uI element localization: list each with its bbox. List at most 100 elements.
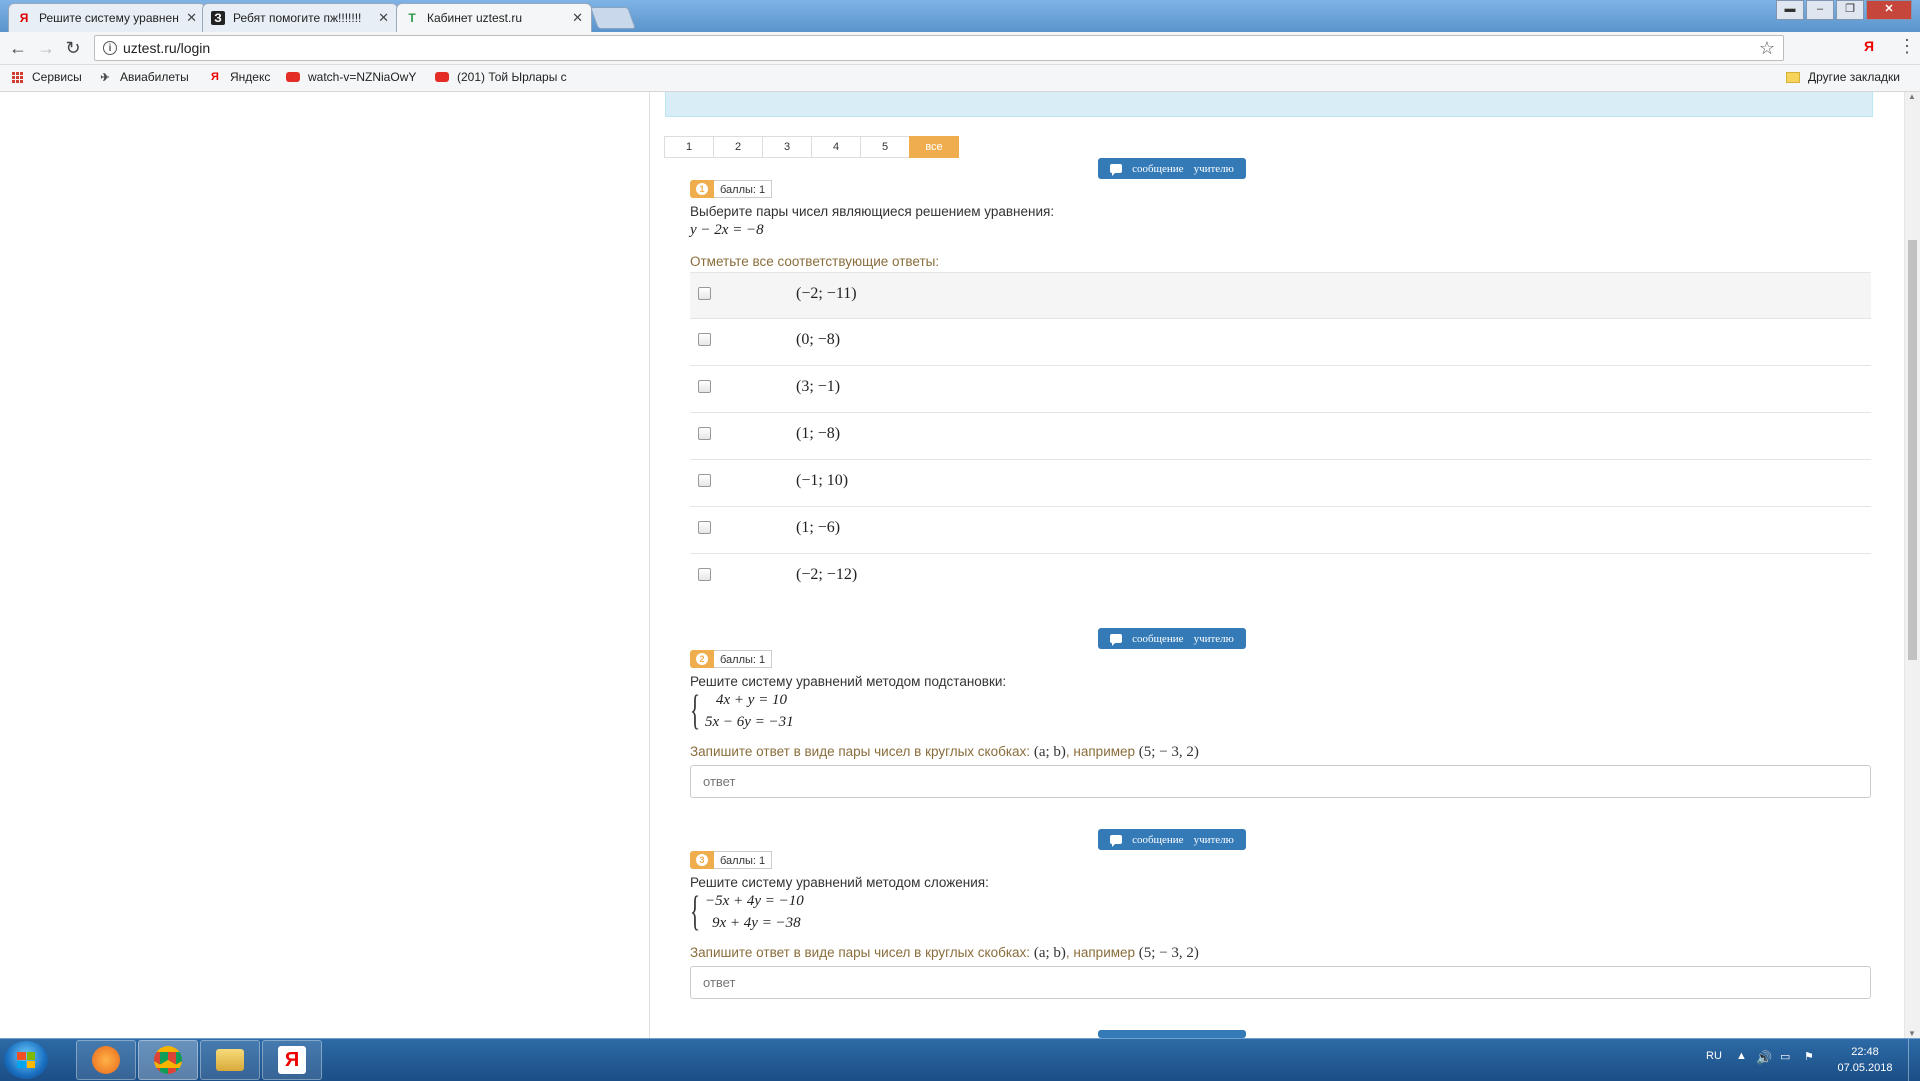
answer-option[interactable]: (−2; −12) bbox=[690, 554, 1871, 601]
button-label: учителю bbox=[1193, 162, 1234, 175]
hint-example: (5; − 3, 2) bbox=[1138, 945, 1199, 961]
question-1-text: Выберите пары чисел являющиеся решением … bbox=[690, 204, 1055, 219]
answer-option[interactable]: (−1; 10) bbox=[690, 460, 1871, 507]
answer-input[interactable] bbox=[690, 966, 1871, 999]
youtube-icon bbox=[435, 70, 449, 84]
tray-expand-icon[interactable]: ▲ bbox=[1736, 1050, 1747, 1062]
back-arrow-icon[interactable]: ← bbox=[8, 38, 28, 58]
close-window-icon[interactable]: ✕ bbox=[1866, 0, 1912, 20]
url-text: uztest.ru/login bbox=[123, 40, 211, 56]
question-pager: 1 2 3 4 5 все bbox=[664, 136, 959, 158]
scroll-down-icon[interactable]: ▼ bbox=[1908, 1029, 1916, 1038]
yandex-icon: Я bbox=[211, 71, 219, 83]
pager-item-4[interactable]: 4 bbox=[811, 136, 861, 158]
yandex-extension-icon[interactable]: Я bbox=[1864, 38, 1874, 54]
taskbar-app-explorer[interactable] bbox=[200, 1040, 260, 1080]
address-bar[interactable]: i uztest.ru/login ☆ bbox=[94, 35, 1784, 61]
question-3-text: Решите систему уравнений методом сложени… bbox=[690, 875, 989, 890]
equation-system: { −5x + 4y = −10 9x + 4y = −38 bbox=[690, 891, 890, 937]
browser-toolbar: ← → ↻ i uztest.ru/login ☆ Я ⋮ bbox=[0, 32, 1920, 65]
answer-option[interactable]: (3; −1) bbox=[690, 366, 1871, 413]
answer-input[interactable] bbox=[690, 765, 1871, 798]
browser-tab-3[interactable]: T Кабинет uztest.ru ✕ bbox=[396, 3, 592, 32]
answer-checkbox[interactable] bbox=[698, 287, 711, 300]
answer-option[interactable]: (−2; −11) bbox=[690, 272, 1871, 319]
message-teacher-button[interactable]: сообщение учителю bbox=[1098, 628, 1246, 649]
vertical-scrollbar[interactable]: ▲ ▼ bbox=[1904, 92, 1920, 1038]
scrollbar-thumb[interactable] bbox=[1908, 240, 1917, 660]
browser-tab-2[interactable]: З Ребят помогите пж!!!!!!! ✕ bbox=[202, 3, 398, 32]
plane-icon: ✈ bbox=[100, 71, 110, 84]
info-icon[interactable]: i bbox=[103, 41, 117, 55]
bookmark-label: Сервисы bbox=[32, 70, 82, 84]
taskbar-app-uc-browser[interactable] bbox=[76, 1040, 136, 1080]
action-center-flag-icon[interactable]: ⚑ bbox=[1804, 1050, 1814, 1063]
question-1-hint: Отметьте все соответствующие ответы: bbox=[690, 254, 940, 269]
taskbar-app-yandex[interactable]: Я bbox=[262, 1040, 322, 1080]
answer-checkbox[interactable] bbox=[698, 333, 711, 346]
start-button[interactable] bbox=[4, 1041, 48, 1079]
apps-icon bbox=[10, 70, 24, 84]
answer-option[interactable]: (1; −8) bbox=[690, 413, 1871, 460]
tab-close-icon[interactable]: ✕ bbox=[572, 10, 583, 26]
bookmark-services[interactable]: Сервисы bbox=[10, 70, 82, 84]
tab-close-icon[interactable]: ✕ bbox=[378, 10, 389, 26]
maximize-icon[interactable]: ❐ bbox=[1836, 0, 1864, 20]
bookmark-aviabilety[interactable]: ✈ Авиабилеты bbox=[98, 70, 188, 84]
sidebar-divider bbox=[649, 92, 650, 1038]
answer-option[interactable]: (0; −8) bbox=[690, 319, 1871, 366]
hint-text: , например bbox=[1065, 945, 1136, 960]
tab-close-icon[interactable]: ✕ bbox=[186, 10, 197, 26]
bookmark-star-icon[interactable]: ☆ bbox=[1759, 38, 1775, 59]
bookmark-youtube-2[interactable]: (201) Той Ырлары с bbox=[435, 70, 569, 84]
bookmark-label: Яндекс bbox=[230, 70, 271, 84]
yandex-favicon-icon: Я bbox=[19, 11, 29, 25]
message-teacher-button[interactable]: сообщение учителю bbox=[1098, 158, 1246, 179]
network-icon[interactable]: ▭ bbox=[1780, 1050, 1790, 1063]
system-clock[interactable]: 22:48 07.05.2018 bbox=[1830, 1044, 1900, 1076]
window-controls: ▬ – ❐ ✕ bbox=[1774, 0, 1912, 20]
hint-text: Запишите ответ в виде пары чисел в кругл… bbox=[690, 744, 1031, 759]
browser-tab-1[interactable]: Я Решите систему уравнен ✕ bbox=[8, 3, 206, 32]
reload-icon[interactable]: ↻ bbox=[63, 38, 83, 58]
yandex-browser-icon: Я bbox=[278, 1046, 306, 1074]
system-line-1: −5x + 4y = −10 bbox=[705, 893, 804, 909]
bookmark-youtube-1[interactable]: watch-v=NZNiaOwY bbox=[286, 70, 420, 84]
answer-option[interactable]: (1; −6) bbox=[690, 507, 1871, 554]
answer-checkbox[interactable] bbox=[698, 427, 711, 440]
windows-logo-icon bbox=[17, 1052, 35, 1068]
answer-checkbox[interactable] bbox=[698, 568, 711, 581]
option-value: (−2; −11) bbox=[796, 285, 857, 302]
pager-item-1[interactable]: 1 bbox=[664, 136, 714, 158]
comment-icon bbox=[1110, 634, 1123, 646]
user-icon[interactable]: ▬ bbox=[1776, 0, 1804, 20]
bookmark-yandex[interactable]: Я Яндекс bbox=[208, 70, 270, 84]
language-indicator[interactable]: RU bbox=[1706, 1050, 1722, 1062]
show-desktop-button[interactable] bbox=[1908, 1039, 1920, 1081]
system-line-1: 4x + y = 10 bbox=[716, 692, 788, 708]
points-label: баллы: 1 bbox=[714, 851, 773, 869]
uztest-favicon-icon: T bbox=[408, 11, 416, 25]
option-value: (1; −8) bbox=[796, 425, 841, 442]
pager-item-2[interactable]: 2 bbox=[713, 136, 763, 158]
tab-title: Кабинет uztest.ru bbox=[427, 11, 522, 25]
taskbar-app-chrome[interactable] bbox=[138, 1040, 198, 1080]
new-tab-button[interactable] bbox=[589, 7, 637, 29]
answer-checkbox[interactable] bbox=[698, 521, 711, 534]
pager-item-5[interactable]: 5 bbox=[860, 136, 910, 158]
volume-icon[interactable]: 🔊 bbox=[1756, 1050, 1772, 1066]
message-teacher-button[interactable]: сообщение учителю bbox=[1098, 829, 1246, 850]
menu-icon[interactable]: ⋮ bbox=[1898, 36, 1916, 57]
znanija-favicon-icon: З bbox=[211, 11, 225, 25]
scroll-up-icon[interactable]: ▲ bbox=[1908, 92, 1916, 101]
pager-item-3[interactable]: 3 bbox=[762, 136, 812, 158]
answer-checkbox[interactable] bbox=[698, 380, 711, 393]
bookmark-other[interactable]: Другие закладки bbox=[1786, 70, 1900, 84]
message-teacher-button[interactable] bbox=[1098, 1030, 1246, 1038]
forward-arrow-icon[interactable]: → bbox=[36, 38, 56, 58]
answer-checkbox[interactable] bbox=[698, 474, 711, 487]
option-value: (3; −1) bbox=[796, 378, 841, 395]
pager-item-all[interactable]: все bbox=[909, 136, 959, 158]
minimize-icon[interactable]: – bbox=[1806, 0, 1834, 20]
system-brace: { bbox=[690, 889, 701, 935]
